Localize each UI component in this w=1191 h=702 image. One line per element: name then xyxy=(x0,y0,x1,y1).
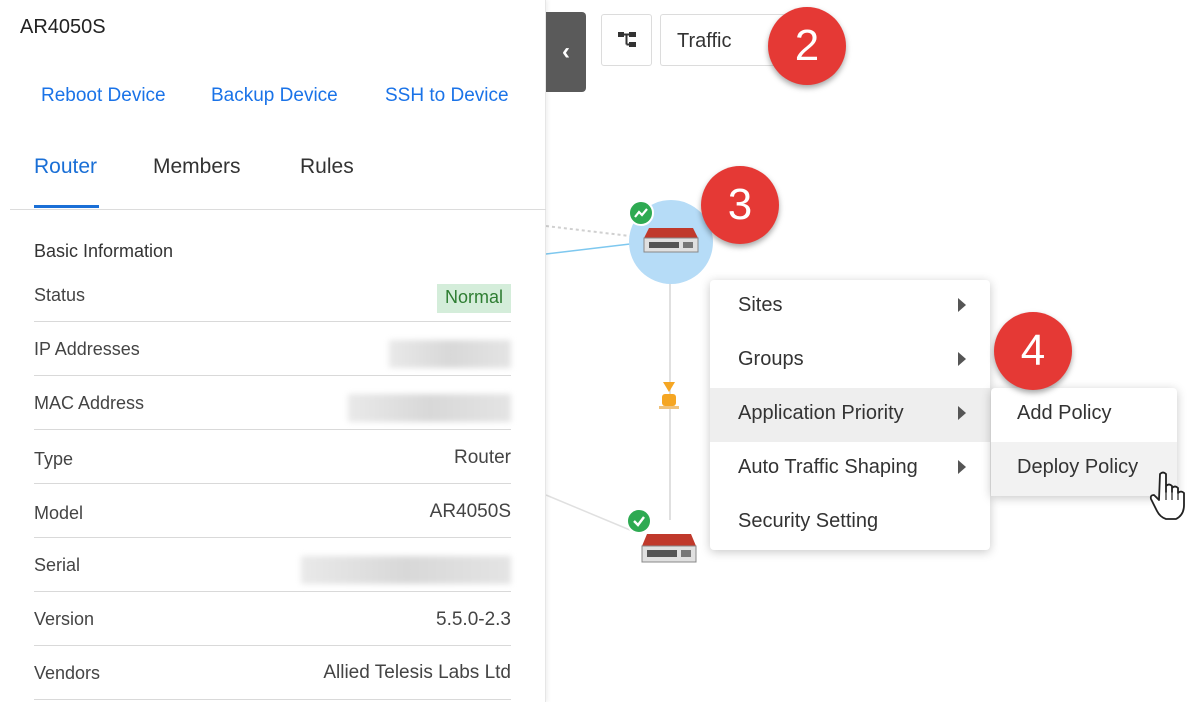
info-value: Router xyxy=(453,447,511,468)
reboot-device-link[interactable]: Reboot Device xyxy=(41,85,166,107)
section-title-basic-information: Basic Information xyxy=(34,241,174,261)
info-label: Serial xyxy=(34,555,81,575)
menu-item-application-priority[interactable]: Application Priority xyxy=(710,388,990,442)
info-row-vendors: Vendors Allied Telesis Labs Ltd xyxy=(34,646,511,700)
info-row-serial: Serial xyxy=(34,538,511,592)
menu-item-label: Auto Traffic Shaping xyxy=(738,456,918,478)
info-value: 5.5.0-2.3 xyxy=(436,609,511,630)
menu-item-groups[interactable]: Groups xyxy=(710,334,990,388)
info-row-status: Status Normal xyxy=(34,268,511,322)
info-row-version: Version 5.5.0-2.3 xyxy=(34,592,511,646)
status-badge: Normal xyxy=(436,284,511,313)
info-label: MAC Address xyxy=(34,393,145,413)
menu-item-auto-traffic-shaping[interactable]: Auto Traffic Shaping xyxy=(710,442,990,496)
info-label: IP Addresses xyxy=(34,339,140,359)
tabs-divider xyxy=(10,209,546,210)
menu-item-label: Groups xyxy=(738,348,804,370)
info-row-model: Model AR4050S xyxy=(34,484,511,538)
info-row-ip-addresses: IP Addresses xyxy=(34,322,511,376)
tab-members[interactable]: Members xyxy=(153,155,241,179)
status-ok-icon xyxy=(626,508,652,534)
status-ok-icon xyxy=(628,200,654,226)
info-label: Version xyxy=(34,609,95,629)
info-row-type: Type Router xyxy=(34,430,511,484)
step-marker-2: 2 xyxy=(768,7,846,85)
info-label: Model xyxy=(34,503,84,523)
hand-cursor-icon xyxy=(1149,471,1185,520)
warning-icon[interactable] xyxy=(659,380,679,410)
caret-right-icon xyxy=(958,352,966,366)
tab-router[interactable]: Router xyxy=(34,155,97,179)
router-icon[interactable] xyxy=(643,226,703,256)
info-label: Vendors xyxy=(34,663,101,683)
menu-item-label: Security Setting xyxy=(738,510,879,532)
device-name: AR4050S xyxy=(20,16,106,38)
info-label: Type xyxy=(34,449,74,469)
step-marker-3: 3 xyxy=(701,166,779,244)
caret-right-icon xyxy=(958,298,966,312)
ssh-to-device-link[interactable]: SSH to Device xyxy=(385,85,509,107)
active-tab-indicator xyxy=(34,205,99,208)
info-value: Allied Telesis Labs Ltd xyxy=(323,662,511,683)
menu-item-sites[interactable]: Sites xyxy=(710,280,990,334)
info-row-mac-address: MAC Address xyxy=(34,376,511,430)
backup-device-link[interactable]: Backup Device xyxy=(211,85,338,107)
step-marker-4: 4 xyxy=(994,312,1072,390)
tab-rules[interactable]: Rules xyxy=(300,155,354,179)
node-context-menu: Sites Groups Application Priority Auto T… xyxy=(710,280,990,550)
collapse-panel-button[interactable]: ‹ xyxy=(546,12,586,92)
redacted-value xyxy=(348,394,511,422)
chevron-left-icon: ‹ xyxy=(562,38,570,65)
caret-right-icon xyxy=(958,460,966,474)
redacted-value xyxy=(301,556,511,584)
info-value: AR4050S xyxy=(429,501,511,522)
info-label: Status xyxy=(34,285,86,305)
menu-item-label: Application Priority xyxy=(738,402,904,424)
router-icon[interactable] xyxy=(641,532,701,563)
device-detail-panel: AR4050S Reboot Device Backup Device SSH … xyxy=(0,0,546,702)
menu-item-label: Sites xyxy=(738,294,783,316)
menu-item-security-setting[interactable]: Security Setting xyxy=(710,496,990,550)
redacted-value xyxy=(389,340,511,368)
menu-item-add-policy[interactable]: Add Policy xyxy=(991,388,1177,442)
caret-right-icon xyxy=(958,406,966,420)
